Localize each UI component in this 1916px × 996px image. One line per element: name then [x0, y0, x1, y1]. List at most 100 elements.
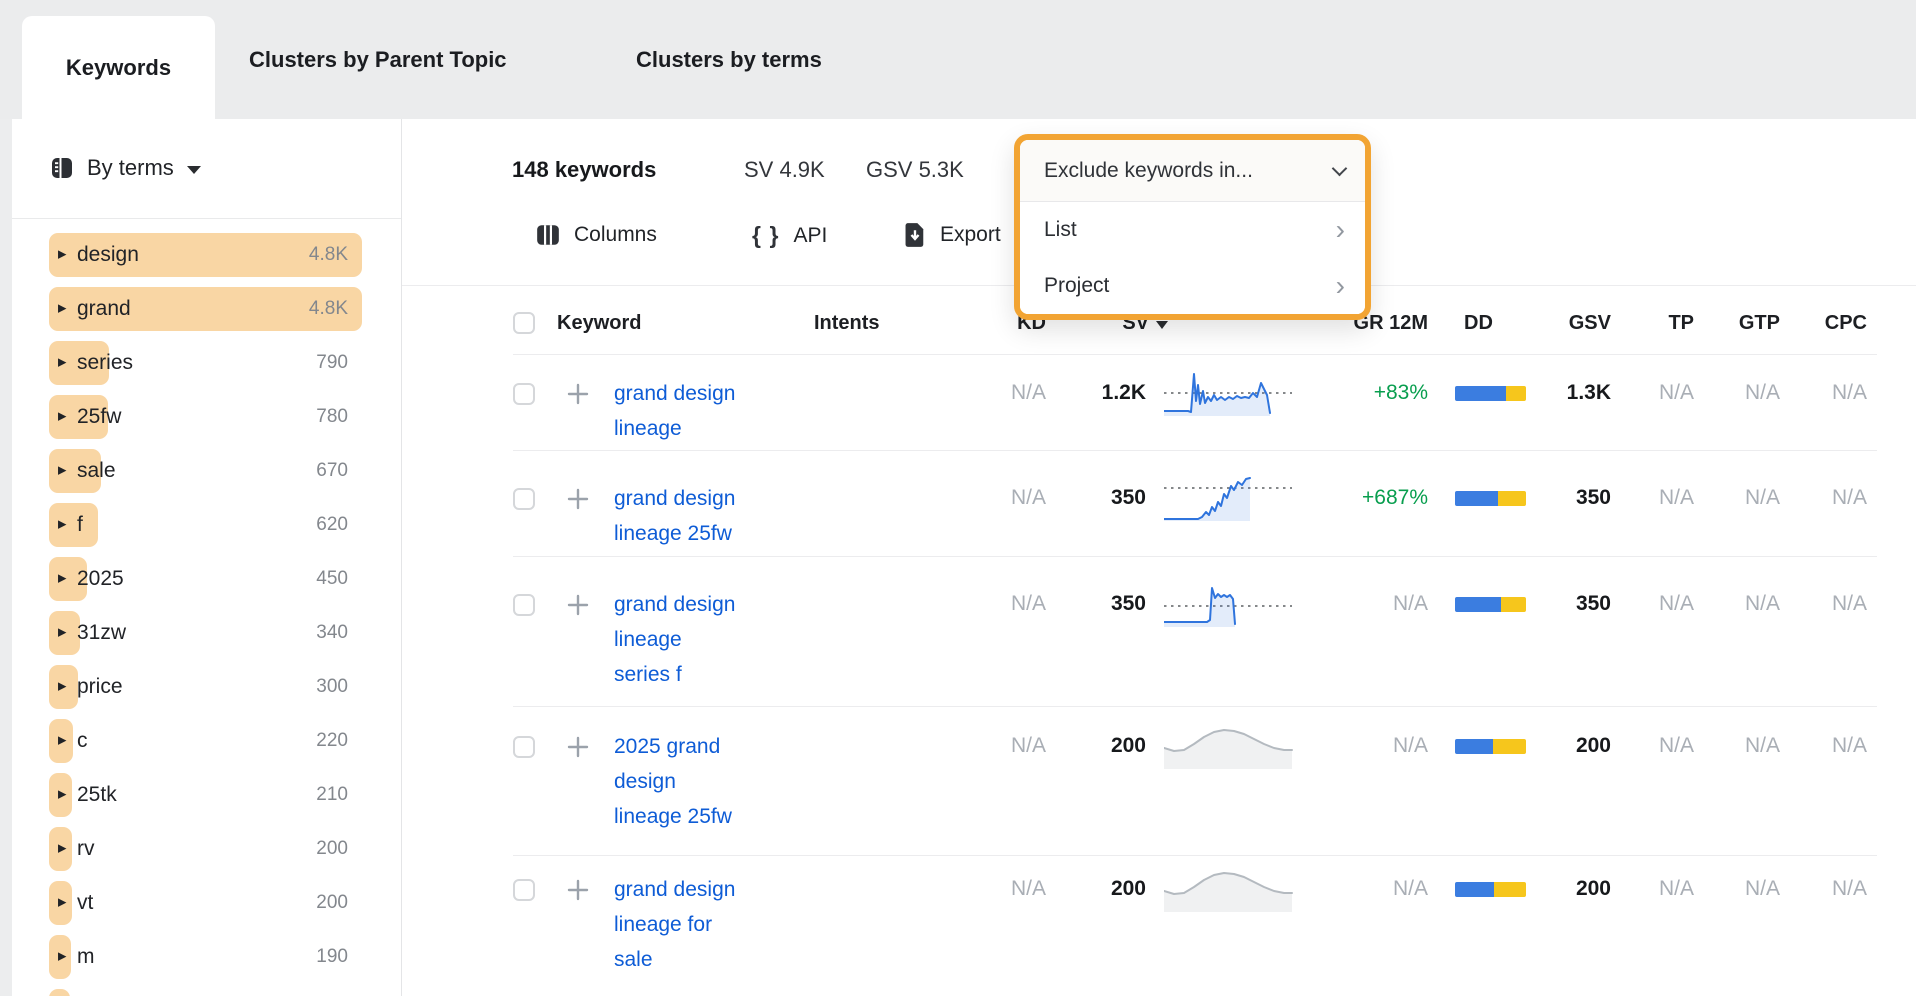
gr-12m-value: N/A — [1321, 734, 1428, 758]
col-header-cpc[interactable]: CPC — [1784, 312, 1867, 335]
term-row[interactable]: ▶25tk210 — [12, 773, 401, 817]
term-count: 210 — [316, 784, 348, 806]
term-row[interactable]: ▶m190 — [12, 935, 401, 979]
term-row[interactable]: ▶design4.8K — [12, 233, 401, 277]
caret-right-icon[interactable]: ▶ — [58, 304, 66, 315]
trend-sparkline — [1164, 724, 1294, 770]
sv-value: 200 — [1061, 877, 1146, 901]
gsv-value: 200 — [1521, 877, 1611, 901]
term-row[interactable]: ▶c220 — [12, 719, 401, 763]
gsv-value: 350 — [1521, 592, 1611, 616]
cpc-value: N/A — [1784, 877, 1867, 901]
keyword-link[interactable]: grand designlineage — [614, 376, 799, 446]
col-header-gtp[interactable]: GTP — [1697, 312, 1780, 335]
gr-12m-value: N/A — [1321, 877, 1428, 901]
content-card: By terms ▶design4.8K ▶grand4.8K ▶series790… — [12, 119, 1916, 996]
caret-right-icon[interactable]: ▶ — [58, 250, 66, 261]
term-label: vt — [77, 891, 93, 915]
col-header-tp[interactable]: TP — [1611, 312, 1694, 335]
caret-right-icon[interactable]: ▶ — [58, 736, 66, 747]
by-terms-dropdown[interactable]: By terms — [50, 155, 201, 181]
term-row[interactable]: ▶2025450 — [12, 557, 401, 601]
term-row[interactable]: ▶25fw780 — [12, 395, 401, 439]
menu-item-list-label: List — [1044, 218, 1077, 242]
columns-label: Columns — [574, 223, 657, 247]
sv-total: SV 4.9K — [744, 157, 825, 183]
tab-keywords[interactable]: Keywords — [22, 16, 215, 119]
term-count: 780 — [316, 406, 348, 428]
caret-down-icon — [187, 166, 201, 174]
term-label: c — [77, 729, 88, 753]
sv-value: 350 — [1061, 486, 1146, 510]
tab-clusters-by-parent-topic[interactable]: Clusters by Parent Topic — [249, 0, 507, 119]
term-label: sale — [77, 459, 116, 483]
cpc-value: N/A — [1784, 486, 1867, 510]
caret-right-icon[interactable]: ▶ — [58, 682, 66, 693]
keyword-line: series f — [614, 657, 799, 692]
kd-value: N/A — [960, 486, 1046, 510]
col-header-intents[interactable]: Intents — [814, 312, 880, 335]
term-row[interactable]: ▶grand4.8K — [12, 287, 401, 331]
term-count: 200 — [316, 892, 348, 914]
gsv-total: GSV 5.3K — [866, 157, 964, 183]
row-checkbox[interactable] — [513, 383, 535, 405]
gtp-value: N/A — [1697, 877, 1780, 901]
tp-value: N/A — [1611, 592, 1694, 616]
caret-right-icon[interactable]: ▶ — [58, 412, 66, 423]
keyword-link[interactable]: grand designlineage 25fw — [614, 481, 799, 551]
term-row[interactable] — [12, 989, 401, 996]
select-all-checkbox[interactable] — [513, 312, 535, 334]
keyword-link[interactable]: 2025 granddesignlineage 25fw — [614, 729, 799, 834]
add-keyword-icon[interactable] — [566, 382, 590, 411]
col-header-keyword[interactable]: Keyword — [557, 312, 641, 335]
cpc-value: N/A — [1784, 734, 1867, 758]
caret-right-icon[interactable]: ▶ — [58, 844, 66, 855]
gr-12m-value: +687% — [1321, 486, 1428, 510]
dd-bar — [1455, 491, 1526, 506]
dd-bar — [1455, 882, 1526, 897]
term-row[interactable]: ▶series790 — [12, 341, 401, 385]
caret-right-icon[interactable]: ▶ — [58, 520, 66, 531]
keyword-link[interactable]: grand designlineageseries f — [614, 587, 799, 692]
caret-right-icon[interactable]: ▶ — [58, 628, 66, 639]
col-header-gsv[interactable]: GSV — [1521, 312, 1611, 335]
term-row[interactable]: ▶ vt 200 — [12, 881, 401, 925]
keyword-line: lineage — [614, 622, 799, 657]
menu-item-list[interactable]: List › — [1020, 202, 1365, 258]
keyword-line: sale — [614, 942, 799, 977]
menu-item-project[interactable]: Project › — [1020, 258, 1365, 314]
row-checkbox[interactable] — [513, 594, 535, 616]
term-row[interactable]: ▶f620 — [12, 503, 401, 547]
term-row[interactable]: ▶sale670 — [12, 449, 401, 493]
add-keyword-icon[interactable] — [566, 735, 590, 764]
row-checkbox[interactable] — [513, 736, 535, 758]
api-button[interactable]: { } API — [752, 222, 827, 249]
row-checkbox[interactable] — [513, 488, 535, 510]
columns-button[interactable]: Columns — [535, 222, 657, 248]
trend-sparkline — [1164, 867, 1294, 913]
row-divider — [513, 556, 1877, 557]
term-label: price — [77, 675, 123, 699]
keyword-link[interactable]: grand designlineage forsale — [614, 872, 799, 977]
tab-clusters-by-terms[interactable]: Clusters by terms — [636, 0, 822, 119]
add-keyword-icon[interactable] — [566, 487, 590, 516]
chevron-down-icon — [1332, 160, 1348, 176]
col-header-dd[interactable]: DD — [1464, 312, 1493, 335]
caret-right-icon[interactable]: ▶ — [58, 952, 66, 963]
term-row[interactable]: ▶rv200 — [12, 827, 401, 871]
caret-right-icon[interactable]: ▶ — [58, 574, 66, 585]
caret-right-icon[interactable]: ▶ — [58, 898, 66, 909]
export-button[interactable]: Export — [903, 222, 1001, 248]
term-row[interactable]: ▶31zw340 — [12, 611, 401, 655]
exclude-keywords-dropdown[interactable]: Exclude keywords in... — [1020, 140, 1365, 201]
add-keyword-icon[interactable] — [566, 593, 590, 622]
row-checkbox[interactable] — [513, 879, 535, 901]
caret-right-icon[interactable]: ▶ — [58, 790, 66, 801]
caret-right-icon[interactable]: ▶ — [58, 358, 66, 369]
term-row[interactable]: ▶price300 — [12, 665, 401, 709]
caret-right-icon[interactable]: ▶ — [58, 466, 66, 477]
add-keyword-icon[interactable] — [566, 878, 590, 907]
term-count: 340 — [316, 622, 348, 644]
kd-value: N/A — [960, 592, 1046, 616]
tp-value: N/A — [1611, 486, 1694, 510]
